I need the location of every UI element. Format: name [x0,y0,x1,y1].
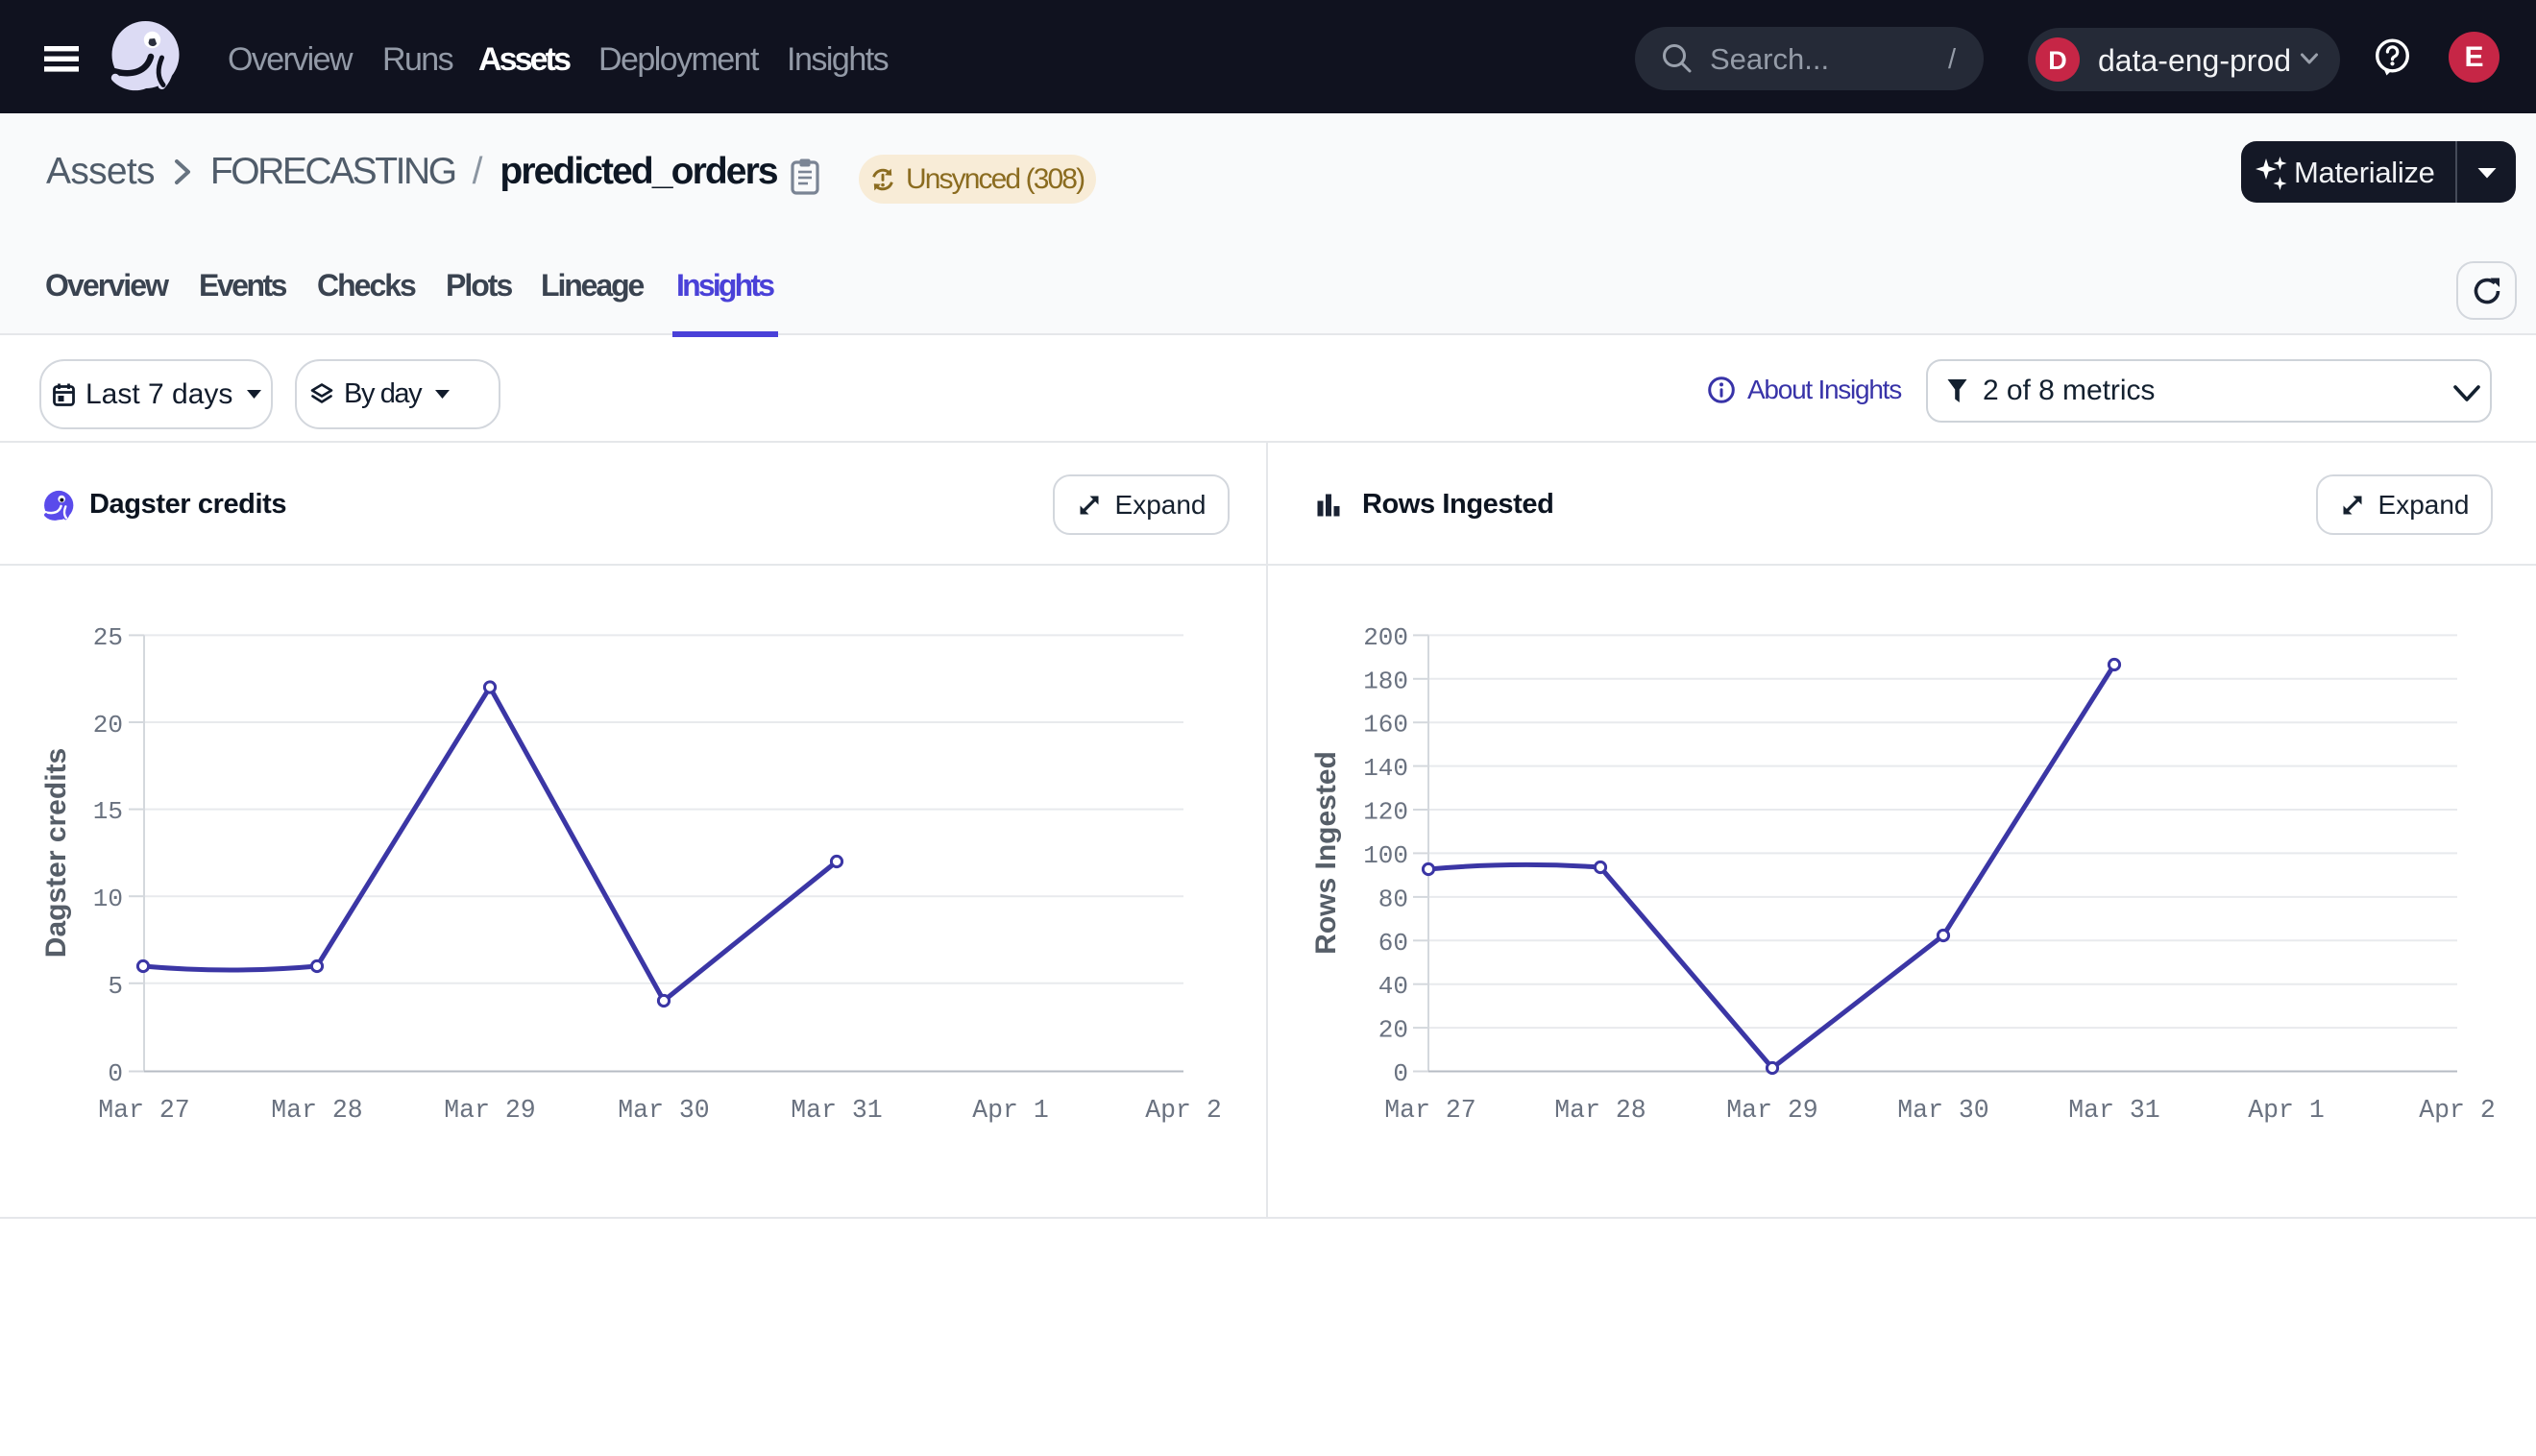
svg-text:60: 60 [1378,929,1408,958]
svg-text:20: 20 [93,711,123,740]
svg-text:100: 100 [1363,841,1408,870]
svg-text:Apr 2: Apr 2 [2419,1096,2496,1125]
svg-text:5: 5 [108,972,123,1001]
svg-text:25: 25 [93,623,123,652]
svg-text:Rows Ingested: Rows Ingested [1310,751,1342,955]
svg-text:Mar 29: Mar 29 [1726,1096,1817,1125]
svg-text:Mar 29: Mar 29 [444,1096,535,1125]
svg-text:0: 0 [108,1059,123,1088]
svg-text:80: 80 [1378,885,1408,913]
svg-text:15: 15 [93,797,123,826]
svg-text:10: 10 [93,885,123,913]
svg-text:Mar 30: Mar 30 [1897,1096,1988,1125]
svg-text:Mar 28: Mar 28 [1554,1096,1646,1125]
svg-text:20: 20 [1378,1016,1408,1045]
svg-text:Mar 30: Mar 30 [618,1096,709,1125]
svg-text:Dagster credits: Dagster credits [40,748,72,958]
svg-text:200: 200 [1363,623,1408,652]
svg-text:Mar 31: Mar 31 [791,1096,882,1125]
svg-text:0: 0 [1393,1059,1408,1088]
svg-text:Mar 27: Mar 27 [1384,1096,1475,1125]
svg-text:Apr 1: Apr 1 [972,1096,1049,1125]
svg-text:180: 180 [1363,667,1408,695]
svg-text:Apr 2: Apr 2 [1145,1096,1222,1125]
svg-text:140: 140 [1363,754,1408,783]
svg-text:40: 40 [1378,972,1408,1001]
svg-text:160: 160 [1363,711,1408,740]
svg-text:Mar 28: Mar 28 [271,1096,362,1125]
svg-text:Apr 1: Apr 1 [2248,1096,2325,1125]
svg-text:Mar 31: Mar 31 [2068,1096,2159,1125]
svg-text:Mar 27: Mar 27 [98,1096,189,1125]
svg-text:120: 120 [1363,798,1408,827]
